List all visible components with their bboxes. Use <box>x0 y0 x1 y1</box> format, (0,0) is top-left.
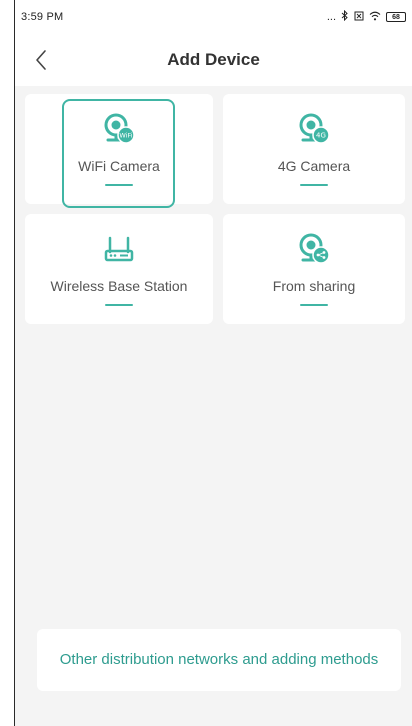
bluetooth-icon <box>341 9 349 24</box>
card-label: Wireless Base Station <box>50 278 188 294</box>
card-underline <box>105 304 133 306</box>
nav-bar: Add Device <box>15 34 412 86</box>
card-label: WiFi Camera <box>78 158 160 174</box>
chevron-left-icon <box>36 50 46 70</box>
4g-camera-icon: 4G <box>297 112 331 146</box>
battery-icon: 68 <box>386 12 406 22</box>
wifi-camera-card[interactable]: WiFi WiFi Camera <box>25 94 213 204</box>
card-label: From sharing <box>272 278 356 294</box>
sim-icon <box>354 11 364 24</box>
from-sharing-card[interactable]: From sharing <box>223 214 405 324</box>
page-title: Add Device <box>167 50 260 69</box>
wifi-camera-icon: WiFi <box>102 112 136 146</box>
phone-screen: 3:59 PM ... 68 Add Device WiFi WiFi Came… <box>14 0 412 726</box>
status-icons: ... 68 <box>326 9 406 24</box>
signal-dots: ... <box>326 10 336 23</box>
device-type-grid: WiFi WiFi Camera 4G 4G Camera Wireless B… <box>15 86 412 726</box>
back-button[interactable] <box>27 46 55 74</box>
card-underline <box>105 184 133 186</box>
other-methods-button[interactable]: Other distribution networks and adding m… <box>37 629 401 691</box>
card-label: 4G Camera <box>277 158 351 174</box>
status-time: 3:59 PM <box>21 11 64 23</box>
4g-camera-card[interactable]: 4G 4G Camera <box>223 94 405 204</box>
4g-badge-text: 4G <box>316 132 326 140</box>
status-bar: 3:59 PM ... 68 <box>15 0 412 34</box>
card-underline <box>300 304 328 306</box>
wifi-badge-text: WiFi <box>119 132 132 140</box>
wireless-base-station-card[interactable]: Wireless Base Station <box>25 214 213 324</box>
wifi-icon <box>369 11 381 24</box>
share-camera-icon <box>297 232 331 266</box>
card-underline <box>300 184 328 186</box>
base-station-icon <box>102 232 136 266</box>
